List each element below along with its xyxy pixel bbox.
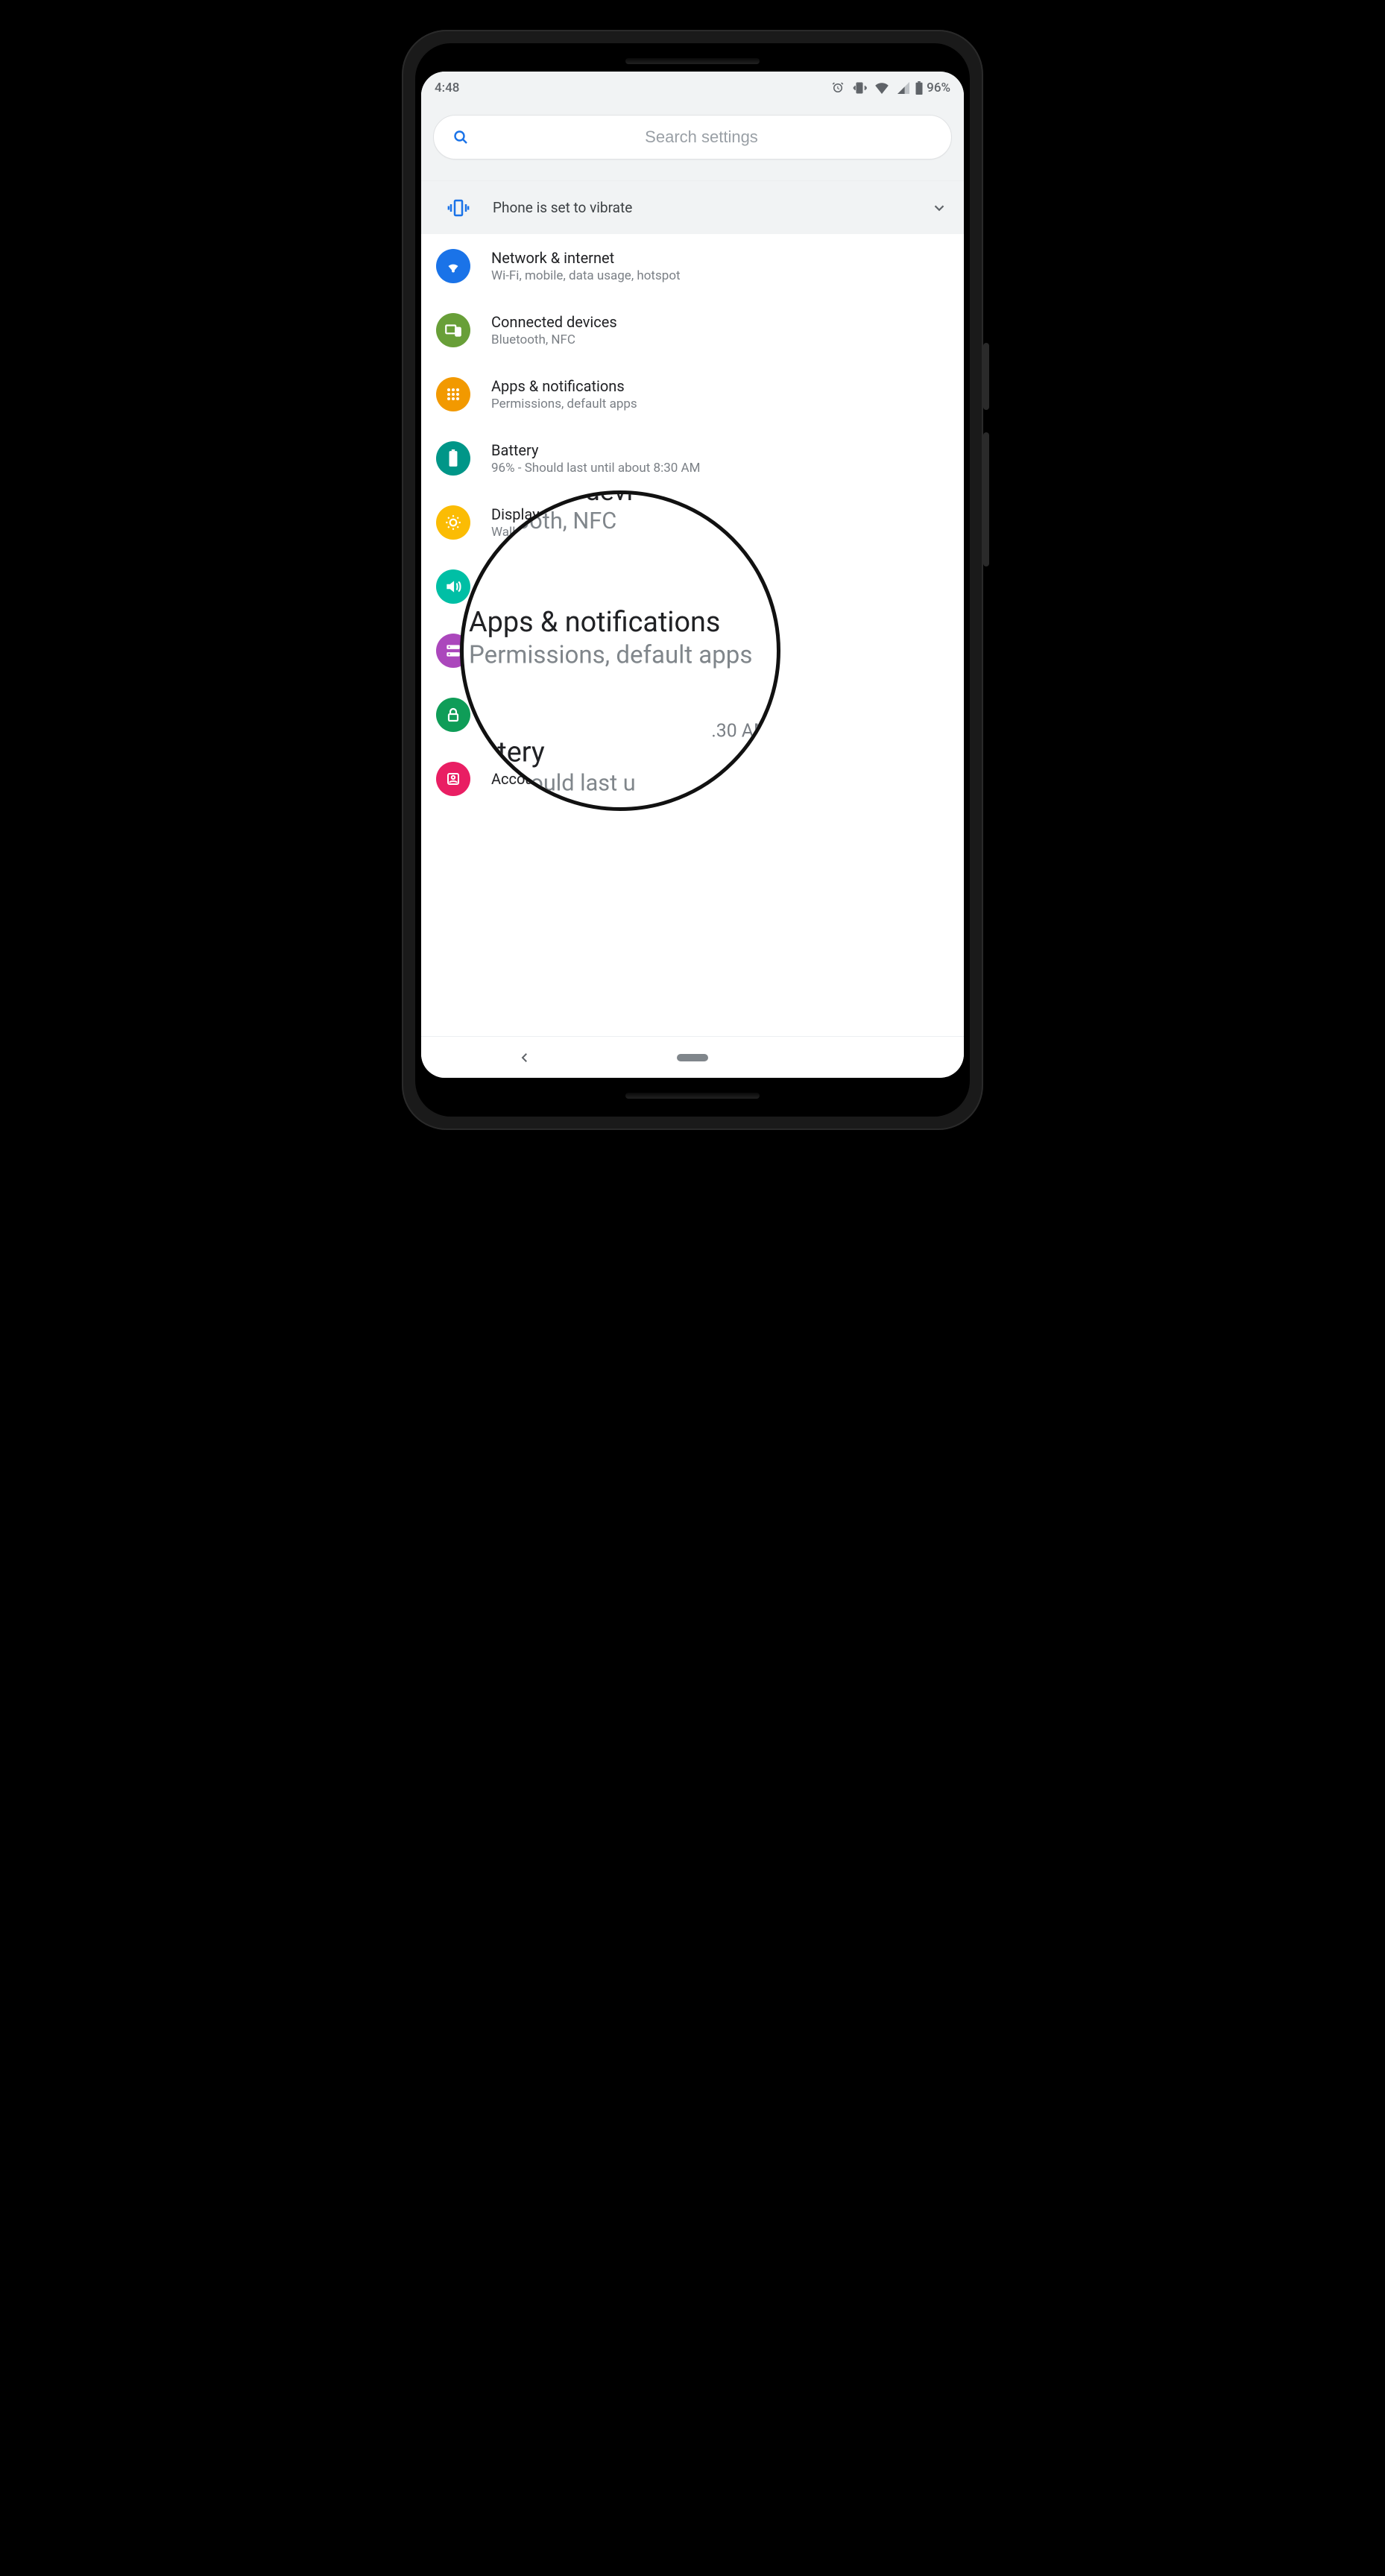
phone-bezel: 4:48 96% (415, 43, 970, 1117)
item-subtitle: 59% used - 25.95 GB free (491, 653, 632, 668)
settings-item-accounts[interactable]: Accounts (421, 747, 964, 801)
item-subtitle: Bluetooth, NFC (491, 332, 617, 347)
item-subtitle: Permissions, default apps (491, 397, 637, 411)
battery-percent: 96% (927, 80, 950, 95)
sound-icon (436, 569, 470, 604)
status-message-row[interactable]: Phone is set to vibrate (421, 180, 964, 234)
vibrate-icon (852, 81, 867, 95)
item-title: Accounts (491, 770, 554, 788)
screen: 4:48 96% (421, 72, 964, 1078)
item-title: Battery (491, 441, 700, 459)
item-subtitle: Volume, vibration, Do Not Disturb (491, 589, 677, 604)
devices-icon (436, 313, 470, 347)
item-title: Apps & notifications (491, 377, 637, 395)
settings-item-display[interactable]: Display Wallpaper, sleep, font size (421, 490, 964, 555)
item-subtitle: 96% - Should last until about 8:30 AM (491, 461, 700, 476)
earpiece-speaker (421, 51, 964, 72)
navigation-bar (421, 1036, 964, 1078)
status-time: 4:48 (435, 80, 459, 95)
storage-icon (436, 634, 470, 668)
accounts-icon (436, 762, 470, 796)
chevron-down-icon (931, 200, 947, 216)
settings-item-security[interactable]: Security & location Play Protect, screen… (421, 683, 964, 747)
cell-signal-icon (897, 82, 910, 94)
item-title: Sound (491, 569, 677, 587)
settings-item-sound[interactable]: Sound Volume, vibration, Do Not Disturb (421, 555, 964, 619)
display-icon (436, 505, 470, 540)
status-message-text: Phone is set to vibrate (475, 199, 931, 216)
bottom-speaker (421, 1085, 964, 1106)
settings-item-storage[interactable]: Storage 59% used - 25.95 GB free (421, 619, 964, 683)
back-icon[interactable] (518, 1051, 531, 1064)
wifi-icon (874, 82, 889, 94)
item-title: Network & internet (491, 249, 681, 267)
item-subtitle: Wi-Fi, mobile, data usage, hotspot (491, 268, 681, 283)
lock-icon (436, 698, 470, 732)
battery-status: 96% (915, 80, 950, 95)
search-input[interactable] (470, 127, 933, 147)
phone-frame: 4:48 96% (402, 30, 983, 1130)
item-title: Connected devices (491, 313, 617, 331)
vibrate-icon (442, 197, 475, 219)
power-button (983, 343, 989, 410)
wifi-icon (436, 249, 470, 283)
item-title: Display (491, 505, 637, 523)
settings-item-battery[interactable]: Battery 96% - Should last until about 8:… (421, 426, 964, 490)
status-bar: 4:48 96% (421, 72, 964, 104)
item-subtitle: Wallpaper, sleep, font size (491, 525, 637, 540)
item-subtitle: Play Protect, screen lock, fingerprint (491, 717, 692, 732)
settings-item-connected-devices[interactable]: Connected devices Bluetooth, NFC (421, 298, 964, 362)
settings-item-network[interactable]: Network & internet Wi-Fi, mobile, data u… (421, 234, 964, 298)
home-handle[interactable] (677, 1054, 708, 1061)
item-title: Storage (491, 634, 632, 651)
search-header (421, 104, 964, 180)
alarm-icon (831, 81, 845, 95)
volume-rocker (983, 432, 989, 566)
settings-item-apps[interactable]: Apps & notifications Permissions, defaul… (421, 362, 964, 426)
search-icon (452, 128, 470, 146)
settings-list[interactable]: Network & internet Wi-Fi, mobile, data u… (421, 234, 964, 1036)
item-title: Security & location (491, 698, 692, 716)
apps-icon (436, 377, 470, 411)
battery-icon (436, 441, 470, 476)
search-bar[interactable] (433, 115, 952, 160)
